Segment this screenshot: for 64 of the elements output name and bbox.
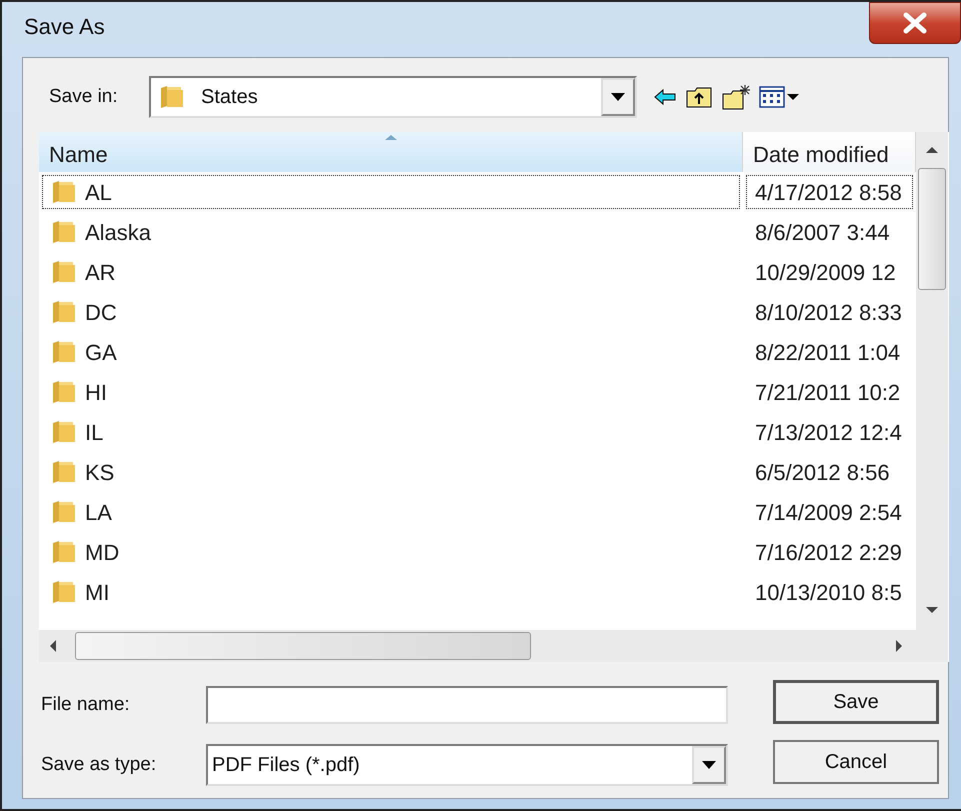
date-cell-text: 10/13/2010 8:5 [754,578,903,606]
folder-icon [51,459,77,485]
folder-icon [51,259,77,285]
folder-row[interactable]: Alaska [39,212,743,252]
folder-row[interactable]: MI [39,572,743,612]
date-cell: 4/17/2012 8:58 [743,172,916,212]
save-in-label: Save in: [48,84,119,109]
folder-row[interactable]: GA [39,332,743,372]
save-in-dropdown[interactable]: States [149,76,637,118]
save-in-value: States [201,85,259,110]
window-title: Save As [24,12,105,40]
folder-icon [51,419,77,445]
up-folder-icon[interactable] [685,85,713,109]
file-name-label: File name: [40,692,131,717]
save-as-type-dropdown[interactable]: PDF Files (*.pdf) [206,744,728,786]
save-as-type-value: PDF Files (*.pdf) [211,753,361,778]
folder-icon [51,539,77,565]
caret-icon [701,760,717,770]
date-cell-text: 6/5/2012 8:56 [754,458,891,486]
scroll-thumb[interactable] [918,168,946,290]
save-as-type-label: Save as type: [40,752,158,777]
folder-row[interactable]: IL [39,412,743,452]
folder-icon [51,579,77,605]
folder-row[interactable]: LA [39,492,743,532]
folder-row[interactable]: MD [39,532,743,572]
vertical-scrollbar[interactable] [916,132,948,630]
folder-row[interactable]: AL [39,172,743,212]
folder-row[interactable]: KS [39,452,743,492]
folder-icon [51,179,77,205]
date-cell-text: 7/13/2012 12:4 [754,418,903,446]
folder-icon [51,499,77,525]
scroll-left-icon[interactable] [49,639,57,653]
date-cell-text: 8/22/2011 1:04 [754,338,902,366]
date-cell-text: 7/14/2009 2:54 [754,498,903,526]
date-cell-text: 8/10/2012 8:33 [754,298,903,326]
folder-row[interactable]: HI [39,372,743,412]
scroll-thumb[interactable] [75,632,531,660]
file-name-field[interactable] [206,686,728,724]
new-folder-icon[interactable] [721,84,751,110]
folder-icon [51,219,77,245]
scroll-up-icon[interactable] [925,146,939,154]
folder-icon [51,299,77,325]
view-menu-icon[interactable] [759,85,801,109]
column-header[interactable]: Name [39,132,743,172]
column-header[interactable]: Date modified [743,132,916,172]
folder-row[interactable]: AR [39,252,743,292]
date-cell-text: 10/29/2009 12 [754,258,897,286]
close-button[interactable] [869,2,961,44]
close-icon [902,12,928,34]
date-cell-text: 8/6/2007 3:44 [754,218,891,246]
sort-arrow-icon [384,134,398,141]
date-cell-text: 7/16/2012 2:29 [754,538,903,566]
caret-icon [610,92,626,102]
dialog-button[interactable]: Cancel [773,740,939,784]
dialog-button[interactable]: Save [773,680,939,724]
folder-icon [51,339,77,365]
horizontal-scrollbar[interactable] [39,630,916,662]
date-cell-text: 7/21/2011 10:2 [754,378,902,406]
folder-icon [159,84,185,110]
back-arrow-icon[interactable] [653,88,677,106]
folder-row[interactable]: DC [39,292,743,332]
scroll-right-icon[interactable] [895,639,903,653]
scroll-down-icon[interactable] [925,606,939,614]
folder-icon [51,379,77,405]
